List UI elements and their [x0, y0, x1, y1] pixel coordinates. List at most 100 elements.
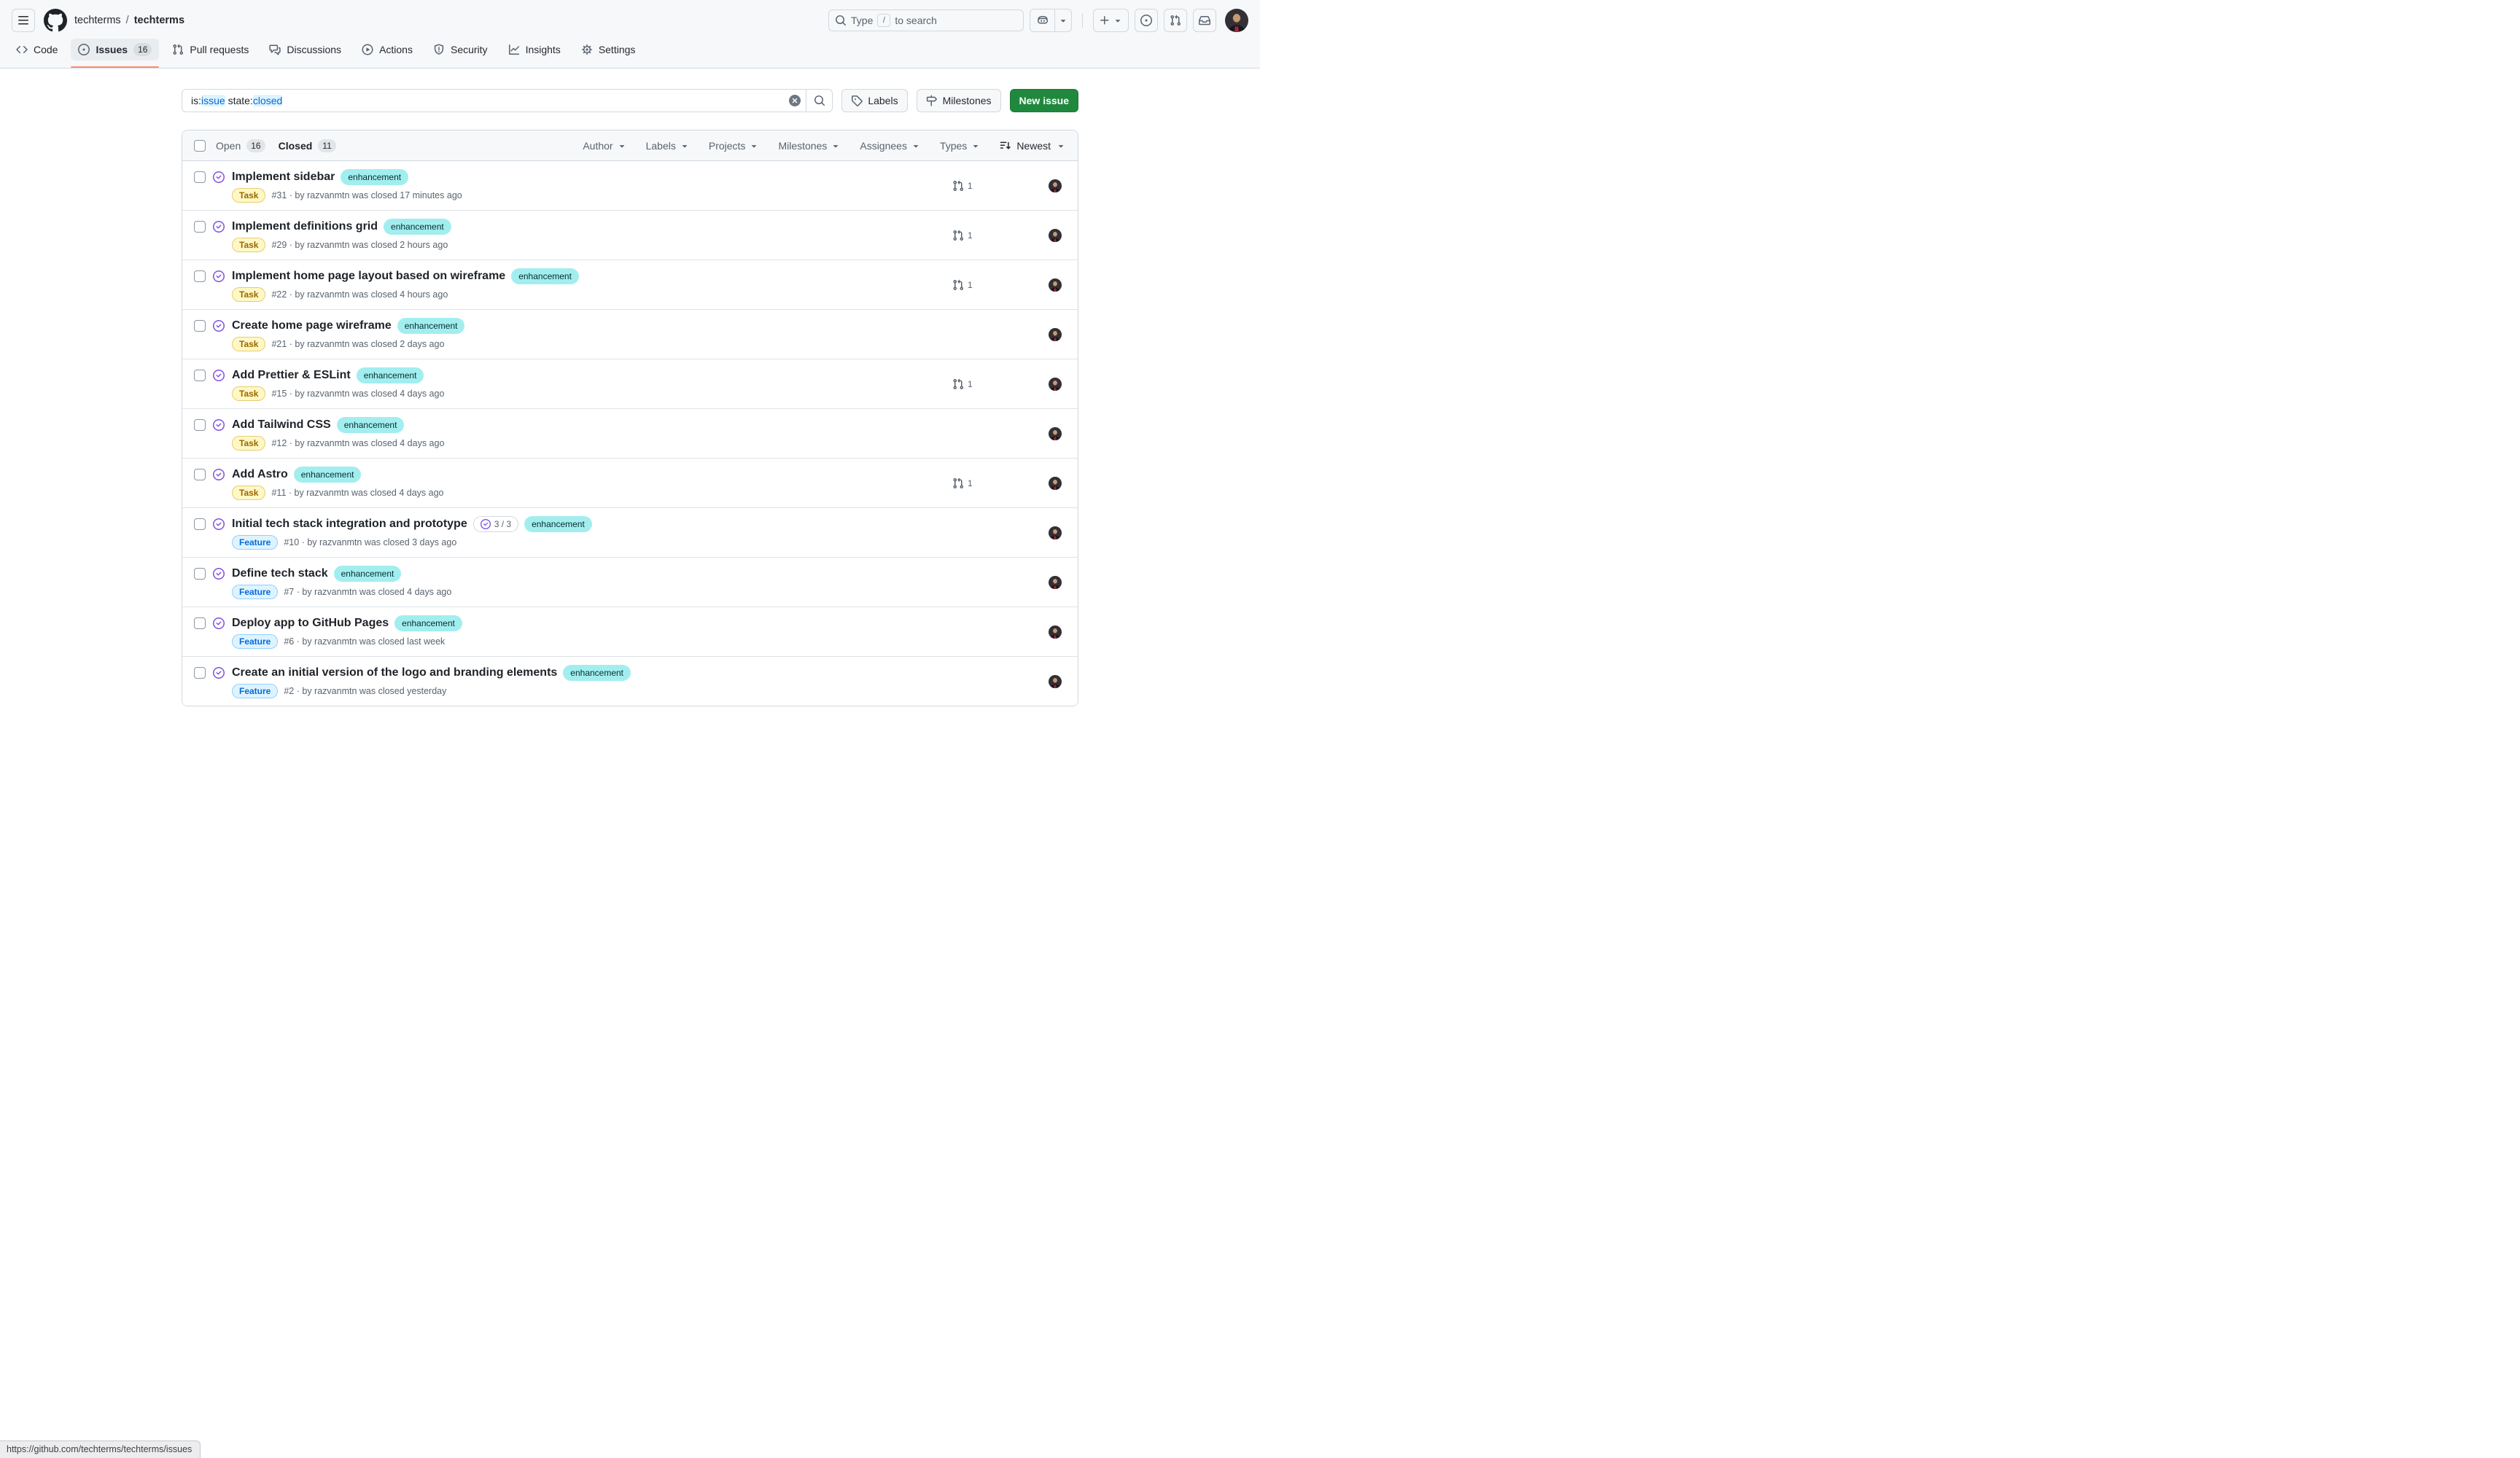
issue-checkbox[interactable]: [194, 270, 206, 282]
copilot-icon[interactable]: [1030, 9, 1055, 31]
assignee-avatar[interactable]: [1049, 179, 1062, 192]
issue-type-pill[interactable]: Task: [232, 238, 265, 252]
issue-row[interactable]: Add Prettier & ESLintenhancementTask#15 …: [182, 359, 1078, 408]
issue-label[interactable]: enhancement: [294, 467, 362, 483]
issue-checkbox[interactable]: [194, 469, 206, 480]
closed-issues-toggle[interactable]: Closed 11: [279, 139, 336, 152]
issue-label[interactable]: enhancement: [337, 417, 405, 433]
linked-pull-requests[interactable]: 1: [952, 180, 973, 192]
pull-requests-dashboard-button[interactable]: [1164, 9, 1187, 32]
issue-type-pill[interactable]: Task: [232, 386, 265, 401]
tasklist-progress-pill[interactable]: 3 / 3: [473, 516, 518, 532]
github-logo[interactable]: [44, 9, 67, 32]
tab-pull-requests[interactable]: Pull requests: [165, 39, 256, 61]
issue-checkbox[interactable]: [194, 518, 206, 530]
filter-labels[interactable]: Labels: [646, 140, 690, 152]
issue-row[interactable]: Create home page wireframe enhancement Tas…: [182, 309, 1078, 359]
issue-title[interactable]: Implement definitions grid: [232, 218, 378, 235]
breadcrumb-repo[interactable]: techterms: [134, 15, 184, 26]
tab-security[interactable]: Security: [426, 39, 495, 61]
copilot-dropdown-caret[interactable]: [1055, 9, 1071, 31]
issue-checkbox[interactable]: [194, 320, 206, 332]
issue-title[interactable]: Add Prettier & ESLint: [232, 367, 351, 384]
inbox-button[interactable]: [1193, 9, 1216, 32]
issue-title[interactable]: Implement sidebar: [232, 168, 335, 186]
clear-filter-button[interactable]: [789, 95, 801, 106]
issue-label[interactable]: enhancement: [384, 219, 451, 235]
issue-checkbox[interactable]: [194, 221, 206, 233]
assignee-avatar[interactable]: [1049, 477, 1062, 490]
issue-title[interactable]: Add Astro: [232, 466, 288, 483]
assignee-avatar[interactable]: [1049, 675, 1062, 688]
filter-author[interactable]: Author: [583, 140, 626, 152]
issue-row[interactable]: Deploy app to GitHub Pages enhancement Fea…: [182, 607, 1078, 656]
issue-label[interactable]: enhancement: [511, 268, 579, 284]
issue-row[interactable]: Implement home page layout based on wire…: [182, 260, 1078, 309]
issue-label[interactable]: enhancement: [394, 615, 462, 631]
tab-issues[interactable]: Issues16: [71, 39, 159, 61]
issue-title[interactable]: Implement home page layout based on wire…: [232, 268, 505, 285]
issue-type-pill[interactable]: Feature: [232, 684, 278, 698]
milestones-button[interactable]: Milestones: [917, 89, 1001, 112]
issue-row[interactable]: Define tech stackenhancementFeature#7 · …: [182, 557, 1078, 607]
issues-filter-input[interactable]: is:issue state:closed: [182, 89, 833, 112]
issue-title[interactable]: Define tech stack: [232, 565, 328, 582]
issue-label[interactable]: enhancement: [341, 169, 408, 185]
linked-pull-requests[interactable]: 1: [952, 477, 973, 489]
issue-row[interactable]: Add Tailwind CSSenhancementTask#12 · by …: [182, 408, 1078, 458]
issue-title[interactable]: Create home page wireframe: [232, 317, 392, 335]
issues-dashboard-button[interactable]: [1135, 9, 1158, 32]
linked-pull-requests[interactable]: 1: [952, 230, 973, 241]
assignee-avatar[interactable]: [1049, 625, 1062, 639]
linked-pull-requests[interactable]: 1: [952, 279, 973, 291]
issue-label[interactable]: enhancement: [397, 318, 465, 334]
issue-type-pill[interactable]: Task: [232, 188, 265, 203]
open-issues-toggle[interactable]: Open 16: [216, 139, 265, 152]
issue-label[interactable]: enhancement: [357, 367, 424, 383]
issue-label[interactable]: enhancement: [334, 566, 402, 582]
tab-settings[interactable]: Settings: [574, 39, 643, 61]
issue-checkbox[interactable]: [194, 419, 206, 431]
issue-checkbox[interactable]: [194, 617, 206, 629]
issue-title[interactable]: Add Tailwind CSS: [232, 416, 331, 434]
linked-pull-requests[interactable]: 1: [952, 378, 973, 390]
tab-insights[interactable]: Insights: [501, 39, 568, 61]
assignee-avatar[interactable]: [1049, 576, 1062, 589]
filter-types[interactable]: Types: [940, 140, 981, 152]
global-search-input[interactable]: Type / to search: [828, 9, 1024, 31]
sort-dropdown[interactable]: Newest: [1000, 140, 1066, 152]
issue-row[interactable]: Implement definitions grid enhancement Tas…: [182, 210, 1078, 260]
new-issue-button[interactable]: New issue: [1010, 89, 1078, 112]
breadcrumb-owner[interactable]: techterms: [74, 15, 121, 26]
assignee-avatar[interactable]: [1049, 427, 1062, 440]
issue-type-pill[interactable]: Task: [232, 337, 265, 351]
copilot-button[interactable]: [1030, 9, 1072, 32]
select-all-checkbox[interactable]: [194, 140, 206, 152]
issue-label[interactable]: enhancement: [524, 516, 592, 532]
assignee-avatar[interactable]: [1049, 229, 1062, 242]
issue-type-pill[interactable]: Task: [232, 436, 265, 451]
issue-type-pill[interactable]: Feature: [232, 535, 278, 550]
issue-row[interactable]: Implement sidebarenhancementTask#31 · by…: [182, 161, 1078, 210]
issue-type-pill[interactable]: Feature: [232, 585, 278, 599]
issue-row[interactable]: Add AstroenhancementTask#11 · by razvanm…: [182, 458, 1078, 507]
create-new-button[interactable]: [1093, 9, 1129, 32]
labels-button[interactable]: Labels: [841, 89, 907, 112]
issue-type-pill[interactable]: Feature: [232, 634, 278, 649]
filter-projects[interactable]: Projects: [709, 140, 760, 152]
issue-type-pill[interactable]: Task: [232, 287, 265, 302]
tab-code[interactable]: Code: [9, 39, 65, 61]
issue-title[interactable]: Deploy app to GitHub Pages: [232, 615, 389, 632]
issue-checkbox[interactable]: [194, 667, 206, 679]
issue-row[interactable]: Initial tech stack integration and proto…: [182, 507, 1078, 557]
issue-label[interactable]: enhancement: [563, 665, 631, 681]
assignee-avatar[interactable]: [1049, 328, 1062, 341]
issue-type-pill[interactable]: Task: [232, 486, 265, 500]
filter-search-button[interactable]: [806, 90, 832, 112]
issue-checkbox[interactable]: [194, 171, 206, 183]
issue-title[interactable]: Create an initial version of the logo an…: [232, 664, 557, 682]
assignee-avatar[interactable]: [1049, 278, 1062, 292]
tab-discussions[interactable]: Discussions: [262, 39, 349, 61]
issue-checkbox[interactable]: [194, 568, 206, 580]
user-avatar[interactable]: [1225, 9, 1248, 32]
